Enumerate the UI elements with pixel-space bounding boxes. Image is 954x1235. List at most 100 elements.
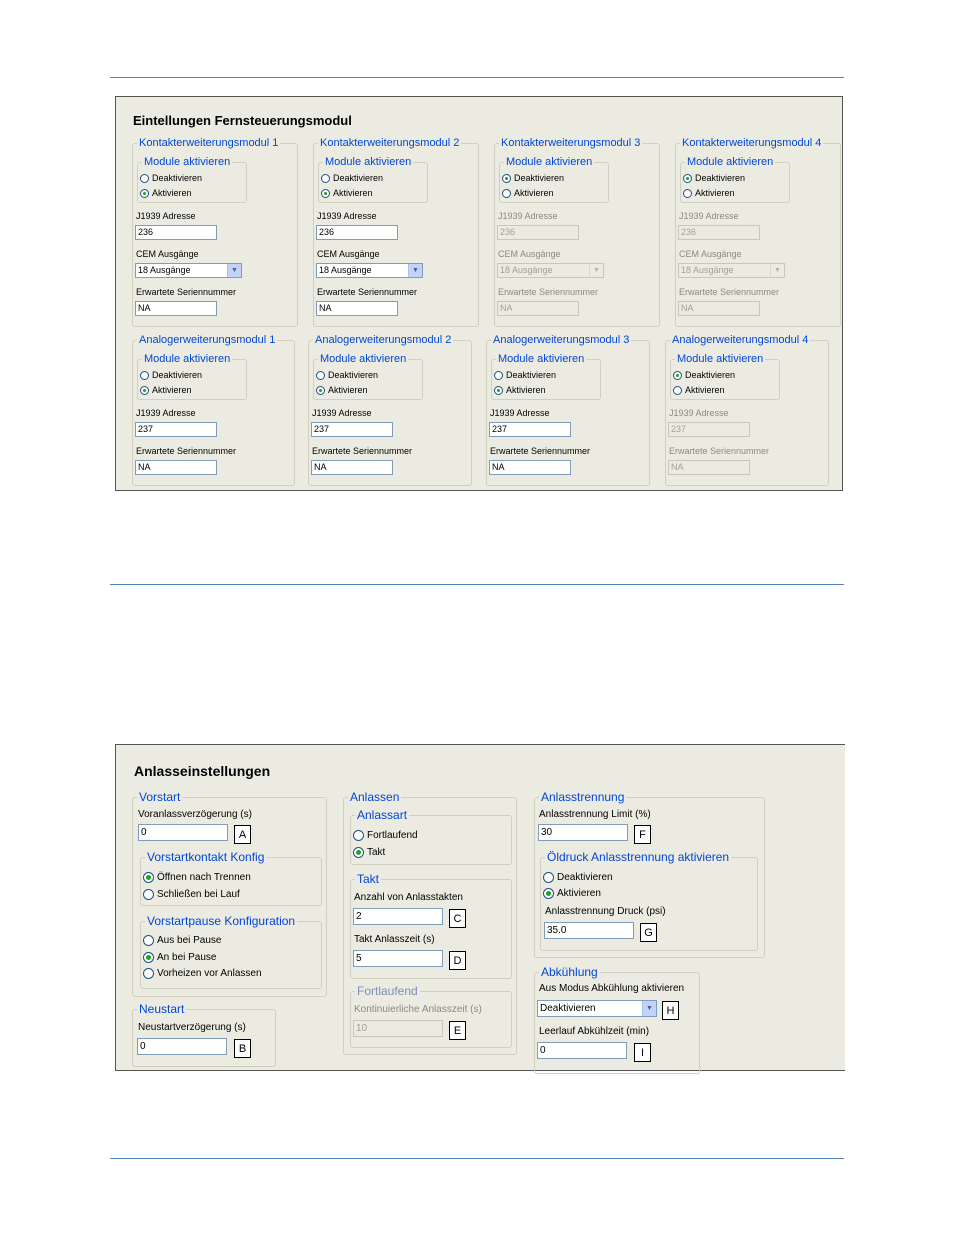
radio-label: Deaktivieren	[152, 370, 203, 380]
expected-serial-input[interactable]: NA	[135, 460, 217, 475]
disconnect-pressure-input[interactable]: 35.0	[544, 922, 634, 939]
expected-serial-label: Erwartete Seriennummer	[312, 446, 413, 456]
radio-activate[interactable]: Aktivieren	[683, 188, 735, 198]
prestart-delay-label: Voranlassverzögerung (s)	[138, 809, 252, 820]
module-title: Analogerweiterungsmodul 2	[315, 334, 452, 346]
cem-outputs-dropdown[interactable]: 18 Ausgänge ▼	[316, 263, 423, 278]
j1939-address-input[interactable]: 236	[135, 225, 217, 240]
radio-deactivate[interactable]: Deaktivieren	[316, 370, 378, 380]
radio-deactivate[interactable]: Deaktivieren	[502, 173, 564, 183]
expected-serial-input[interactable]: NA	[311, 460, 393, 475]
radio-label: Deaktivieren	[695, 173, 746, 183]
idle-cooldown-time-input[interactable]: 0	[537, 1042, 627, 1059]
cycle-crank-time-input[interactable]: 5	[353, 950, 443, 967]
cem-outputs-dropdown[interactable]: 18 Ausgänge ▼	[678, 263, 785, 278]
j1939-address-input[interactable]: 237	[135, 422, 217, 437]
radio-activate[interactable]: Aktivieren	[316, 385, 368, 395]
cooldown-mode-dropdown[interactable]: Deaktivieren ▼	[537, 1000, 657, 1017]
radio-label: Aktivieren	[557, 888, 601, 899]
dropdown-value: 18 Ausgänge	[319, 265, 372, 275]
module-enable-title: Module aktivieren	[498, 353, 585, 365]
radio-continuous[interactable]: Fortlaufend	[353, 830, 418, 841]
radio-label: Aktivieren	[152, 188, 192, 198]
radio-preheat-before-crank[interactable]: Vorheizen vor Anlassen	[143, 968, 262, 979]
radio-label: Deaktivieren	[506, 370, 557, 380]
radio-close-on-run[interactable]: Schließen bei Lauf	[143, 889, 240, 900]
continuous-group-title: Fortlaufend	[357, 984, 418, 998]
j1939-address-input[interactable]: 237	[668, 422, 750, 437]
chevron-down-icon[interactable]: ▼	[408, 264, 422, 277]
expected-serial-input[interactable]: NA	[135, 301, 217, 316]
radio-activate[interactable]: Aktivieren	[140, 188, 192, 198]
radio-deactivate[interactable]: Deaktivieren	[140, 370, 202, 380]
radio-activate[interactable]: Aktivieren	[673, 385, 725, 395]
radio-activate[interactable]: Aktivieren	[321, 188, 373, 198]
dropdown-value: 18 Ausgänge	[500, 265, 553, 275]
j1939-address-input[interactable]: 236	[678, 225, 760, 240]
callout-i: I	[634, 1043, 651, 1062]
restart-delay-input[interactable]: 0	[137, 1038, 227, 1055]
radio-oil-disable[interactable]: Deaktivieren	[543, 872, 613, 883]
radio-on-during-pause[interactable]: An bei Pause	[143, 952, 217, 963]
expected-serial-input[interactable]: NA	[489, 460, 571, 475]
radio-label: Deaktivieren	[328, 370, 379, 380]
continuous-crank-time-input[interactable]: 10	[353, 1020, 443, 1037]
disconnect-limit-input[interactable]: 30	[538, 824, 628, 841]
radio-selected-icon	[143, 872, 154, 883]
radio-deactivate[interactable]: Deaktivieren	[494, 370, 556, 380]
module-enable-title: Module aktivieren	[687, 156, 774, 168]
j1939-address-input[interactable]: 237	[311, 422, 393, 437]
callout-a: A	[234, 825, 251, 844]
radio-label: Aktivieren	[333, 188, 373, 198]
expected-serial-input[interactable]: NA	[678, 301, 760, 316]
radio-off-during-pause[interactable]: Aus bei Pause	[143, 935, 222, 946]
expected-serial-input[interactable]: NA	[668, 460, 750, 475]
cem-outputs-dropdown[interactable]: 18 Ausgänge ▼	[497, 263, 604, 278]
radio-label: Deaktivieren	[557, 872, 613, 883]
radio-label: Aktivieren	[506, 385, 546, 395]
radio-icon	[143, 968, 154, 979]
panel-title: Anlasseinstellungen	[134, 763, 271, 779]
radio-icon	[502, 188, 511, 198]
page-rule-middle	[110, 584, 844, 585]
radio-label: Deaktivieren	[685, 370, 736, 380]
radio-selected-icon	[140, 188, 149, 198]
page-rule-bottom	[110, 1158, 844, 1159]
radio-label: Fortlaufend	[367, 830, 418, 841]
radio-oil-enable[interactable]: Aktivieren	[543, 888, 601, 899]
radio-deactivate[interactable]: Deaktivieren	[683, 173, 745, 183]
radio-deactivate[interactable]: Deaktivieren	[140, 173, 202, 183]
radio-label: Deaktivieren	[514, 173, 565, 183]
cem-outputs-dropdown[interactable]: 18 Ausgänge ▼	[135, 263, 242, 278]
chevron-down-icon[interactable]: ▼	[227, 264, 241, 277]
radio-label: Aus bei Pause	[157, 935, 222, 946]
expected-serial-input[interactable]: NA	[497, 301, 579, 316]
module-title: Kontakterweiterungsmodul 4	[682, 137, 822, 149]
radio-selected-icon	[543, 888, 554, 899]
callout-h: H	[662, 1001, 679, 1020]
j1939-address-input[interactable]: 236	[316, 225, 398, 240]
crank-cycle-count-input[interactable]: 2	[353, 908, 443, 925]
expected-serial-input[interactable]: NA	[316, 301, 398, 316]
expected-serial-label: Erwartete Seriennummer	[136, 446, 237, 456]
radio-label: Aktivieren	[152, 385, 192, 395]
radio-open-after-disconnect[interactable]: Öffnen nach Trennen	[143, 872, 251, 883]
radio-cycle[interactable]: Takt	[353, 847, 385, 858]
module-enable-title: Module aktivieren	[506, 156, 593, 168]
chevron-down-icon[interactable]: ▼	[589, 264, 603, 277]
module-enable-title: Module aktivieren	[677, 353, 764, 365]
radio-deactivate[interactable]: Deaktivieren	[321, 173, 383, 183]
radio-activate[interactable]: Aktivieren	[502, 188, 554, 198]
prestart-delay-input[interactable]: 0	[138, 824, 228, 841]
crank-style-title: Anlassart	[357, 808, 408, 822]
chevron-down-icon[interactable]: ▼	[770, 264, 784, 277]
radio-activate[interactable]: Aktivieren	[140, 385, 192, 395]
j1939-address-input[interactable]: 237	[489, 422, 571, 437]
radio-selected-icon	[143, 952, 154, 963]
radio-deactivate[interactable]: Deaktivieren	[673, 370, 735, 380]
chevron-down-icon[interactable]: ▼	[642, 1001, 656, 1016]
prestart-pause-config-title: Vorstartpause Konfiguration	[147, 914, 296, 928]
j1939-address-input[interactable]: 236	[497, 225, 579, 240]
radio-activate[interactable]: Aktivieren	[494, 385, 546, 395]
radio-label: Deaktivieren	[333, 173, 384, 183]
